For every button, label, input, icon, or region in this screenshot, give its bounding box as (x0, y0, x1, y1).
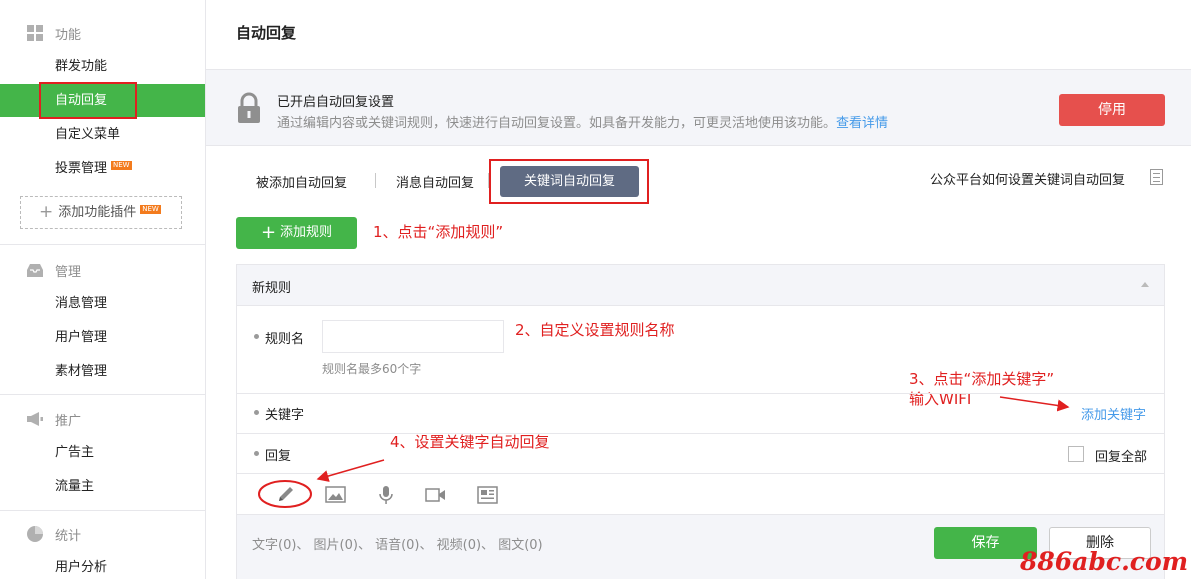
add-rule-button[interactable]: + 添加规则 (236, 217, 357, 249)
sidebar-section-stats: 统计 (26, 524, 81, 544)
details-link[interactable]: 查看详情 (836, 116, 888, 131)
help-link[interactable]: 公众平台如何设置关键词自动回复 (930, 169, 1125, 188)
sidebar-section-label: 功能 (55, 27, 82, 43)
sidebar-item-label: 素材管理 (55, 364, 108, 379)
add-keyword-link[interactable]: 添加关键字 (1081, 404, 1146, 423)
content-counts: 文字(0)、 图片(0)、 语音(0)、 视频(0)、 图文(0) (252, 538, 543, 553)
sidebar-section-label: 管理 (55, 264, 82, 280)
sidebar-section-label: 统计 (55, 528, 82, 544)
reply-label: 回复 (265, 449, 292, 464)
rule-name-label: 规则名 (265, 332, 305, 347)
annotation-highlight-keyword-tab (489, 159, 649, 204)
sidebar-item-label: 自定义菜单 (55, 127, 121, 142)
banner-description-text: 通过编辑内容或关键词规则，快速进行自动回复设置。如具备开发能力，可更灵活地使用该… (277, 116, 837, 131)
sidebar-item-label: 投票管理 (55, 161, 108, 176)
grid-icon (26, 24, 44, 42)
microphone-icon[interactable] (375, 485, 397, 505)
sidebar-item-label: 广告主 (55, 445, 95, 460)
sidebar-item-user-analysis[interactable]: 用户分析 (0, 551, 205, 579)
sidebar-item-label: 群发功能 (55, 59, 108, 74)
sidebar: 功能 群发功能 自动回复 自定义菜单 投票管理 NEW + 添加功能插件 NEW 管理… (0, 0, 206, 579)
keyword-label: 关键字 (265, 408, 305, 423)
bullet-icon (254, 410, 259, 415)
rule-header[interactable]: 新规则 (237, 265, 1164, 306)
sidebar-item-mass-send[interactable]: 群发功能 (0, 50, 205, 83)
sidebar-item-label: 流量主 (55, 479, 95, 494)
sidebar-section-manage: 管理 (26, 260, 81, 280)
tab-added-auto-reply[interactable]: 被添加自动回复 (256, 172, 347, 191)
add-plugin-label: 添加功能插件 (58, 205, 137, 220)
lock-icon (236, 92, 262, 124)
sidebar-section-features: 功能 (26, 23, 81, 43)
pie-chart-icon (26, 525, 44, 543)
sidebar-section-label: 推广 (55, 413, 82, 429)
rule-name-input[interactable] (322, 320, 504, 353)
sidebar-item-label: 消息管理 (55, 296, 108, 311)
sidebar-item-advertiser[interactable]: 广告主 (0, 436, 205, 469)
sidebar-item-custom-menu[interactable]: 自定义菜单 (0, 118, 205, 151)
status-banner: 已开启自动回复设置 通过编辑内容或关键词规则，快速进行自动回复设置。如具备开发能… (206, 70, 1191, 146)
rule-name-hint: 规则名最多60个字 (322, 362, 422, 376)
new-badge: NEW (111, 161, 132, 170)
page-title: 自动回复 (236, 24, 297, 42)
sidebar-item-label: 用户管理 (55, 330, 108, 345)
new-badge: NEW (140, 205, 161, 214)
reply-all-checkbox[interactable] (1068, 446, 1084, 462)
row-divider (237, 433, 1164, 434)
add-plugin-button[interactable]: + 添加功能插件 NEW (20, 196, 182, 229)
sidebar-divider (0, 394, 205, 395)
watermark-text: 886abc.com (1020, 547, 1189, 576)
sidebar-item-label: 用户分析 (55, 560, 108, 575)
video-icon[interactable] (425, 485, 447, 505)
add-rule-label: 添加规则 (280, 225, 333, 240)
bullet-icon (254, 451, 259, 456)
image-icon[interactable] (325, 485, 347, 505)
pencil-icon[interactable] (275, 485, 297, 505)
bullet-icon (254, 334, 259, 339)
plus-icon: + (39, 202, 54, 222)
reply-all-label: 回复全部 (1095, 450, 1148, 465)
sidebar-item-messages[interactable]: 消息管理 (0, 287, 205, 320)
sidebar-item-vote[interactable]: 投票管理 NEW (0, 152, 205, 185)
sidebar-item-publisher[interactable]: 流量主 (0, 470, 205, 503)
sidebar-section-promo: 推广 (26, 409, 81, 429)
sidebar-divider (0, 510, 205, 511)
annotation-step1: 1、点击“添加规则” (373, 223, 504, 241)
megaphone-icon (26, 410, 44, 428)
rule-panel: 新规则 规则名 规则名最多60个字 关键字 添加关键字 回复 回复全部 文字(0… (236, 264, 1165, 579)
inbox-icon (26, 261, 44, 279)
article-icon[interactable] (477, 485, 499, 505)
sidebar-item-materials[interactable]: 素材管理 (0, 355, 205, 388)
tab-message-auto-reply[interactable]: 消息自动回复 (396, 172, 474, 191)
tab-separator (375, 173, 376, 188)
disable-button[interactable]: 停用 (1059, 94, 1165, 126)
plus-icon: + (260, 222, 277, 243)
document-icon[interactable] (1150, 169, 1163, 185)
row-divider (237, 393, 1164, 394)
rule-header-title: 新规则 (252, 281, 292, 296)
row-divider (237, 473, 1164, 474)
sidebar-item-users[interactable]: 用户管理 (0, 321, 205, 354)
banner-description: 通过编辑内容或关键词规则，快速进行自动回复设置。如具备开发能力，可更灵活地使用该… (277, 112, 888, 131)
banner-title: 已开启自动回复设置 (277, 95, 395, 110)
sidebar-divider (0, 244, 205, 245)
annotation-highlight-auto-reply (39, 82, 137, 119)
collapse-caret-icon[interactable] (1141, 282, 1149, 287)
